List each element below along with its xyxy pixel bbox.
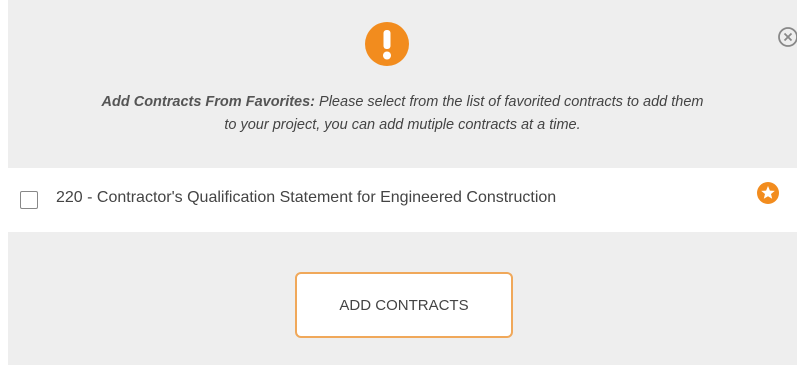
dialog-message: Add Contracts From Favorites: Please sel… [8, 91, 797, 137]
contract-label: 220 - Contractor's Qualification Stateme… [56, 189, 557, 206]
close-icon[interactable] [777, 26, 797, 48]
contracts-list: 220 - Contractor's Qualification Stateme… [8, 168, 797, 232]
add-contracts-button[interactable]: ADD CONTRACTS [295, 272, 513, 338]
contract-checkbox[interactable] [20, 191, 38, 209]
message-line-1: Add Contracts From Favorites: Please sel… [8, 91, 797, 114]
list-item[interactable]: 220 - Contractor's Qualification Stateme… [8, 168, 797, 232]
message-body-1: Please select from the list of favorited… [315, 94, 704, 110]
add-contracts-dialog: Add Contracts From Favorites: Please sel… [8, 0, 797, 365]
message-body-2: to your project, you can add mutiple con… [224, 117, 581, 133]
message-lead: Add Contracts From Favorites: [101, 94, 316, 110]
star-icon[interactable] [756, 181, 780, 205]
exclamation-circle-icon [365, 22, 409, 66]
